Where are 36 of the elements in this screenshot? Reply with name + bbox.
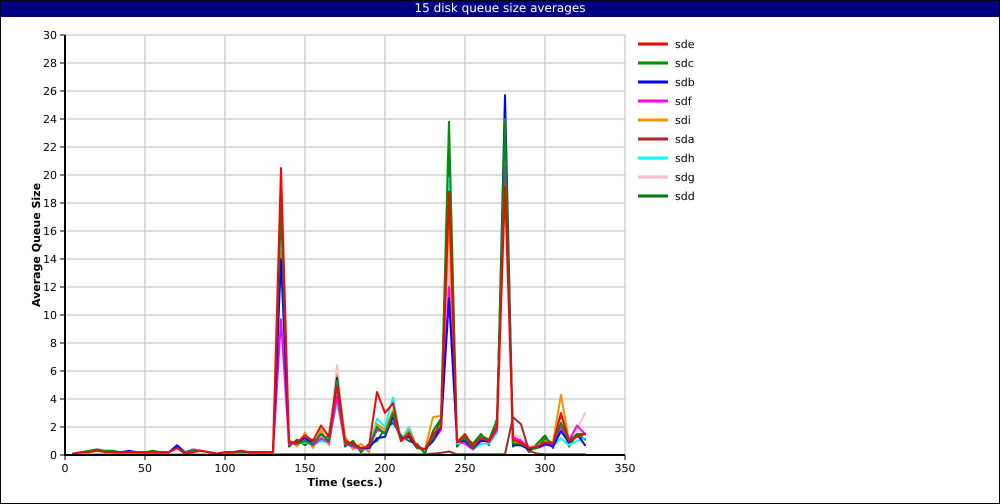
tick-label: 350 <box>614 462 636 475</box>
tick-label: 24 <box>43 113 57 126</box>
tick-label: 0 <box>50 449 57 462</box>
tick-label: 300 <box>534 462 556 475</box>
legend-label: sdi <box>675 114 691 127</box>
axis-title: Average Queue Size <box>30 182 43 308</box>
chart-title: 15 disk queue size averages <box>1 1 999 17</box>
legend-label: sdb <box>675 76 695 89</box>
tick-label: 150 <box>294 462 316 475</box>
tick-label: 200 <box>374 462 396 475</box>
tick-label: 14 <box>43 253 57 266</box>
tick-label: 0 <box>62 462 68 475</box>
tick-label: 10 <box>43 309 57 322</box>
tick-label: 18 <box>43 197 57 210</box>
legend-label: sdc <box>675 57 694 70</box>
tick-label: 250 <box>454 462 476 475</box>
tick-label: 2 <box>50 421 57 434</box>
tick-label: 22 <box>43 141 57 154</box>
legend-label: sdd <box>675 190 695 203</box>
tick-label: 12 <box>43 281 57 294</box>
tick-label: 28 <box>43 57 57 70</box>
tick-label: 26 <box>43 85 57 98</box>
tick-label: 8 <box>50 337 57 350</box>
legend-label: sdg <box>675 171 695 184</box>
legend-label: sdh <box>675 152 695 165</box>
tick-label: 30 <box>43 29 57 42</box>
tick-label: 50 <box>138 462 152 475</box>
legend-label: sda <box>675 133 694 146</box>
axis-title: Time (secs.) <box>307 476 383 489</box>
legend-label: sdf <box>675 95 692 108</box>
tick-label: 20 <box>43 169 57 182</box>
tick-label: 4 <box>50 393 57 406</box>
tick-label: 100 <box>214 462 236 475</box>
legend-label: sde <box>675 38 694 51</box>
tick-label: 16 <box>43 225 57 238</box>
tick-label: 6 <box>50 365 57 378</box>
